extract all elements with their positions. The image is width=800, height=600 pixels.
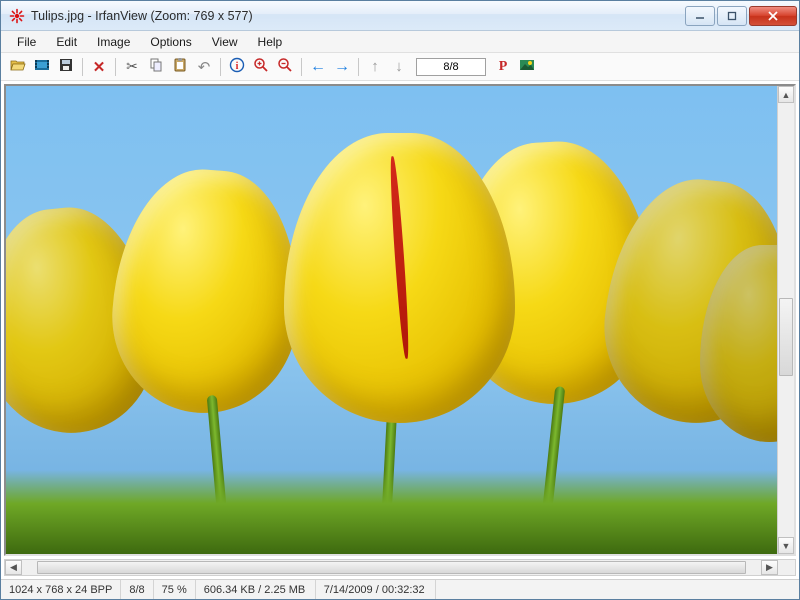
toolbar-separator bbox=[220, 58, 221, 76]
next-image-button[interactable]: → bbox=[331, 56, 353, 78]
cut-button[interactable]: ✂ bbox=[121, 56, 143, 78]
image-content bbox=[284, 133, 515, 423]
menu-help[interactable]: Help bbox=[248, 33, 293, 51]
scroll-right-button[interactable]: ▶ bbox=[761, 560, 778, 575]
toolbar-separator bbox=[82, 58, 83, 76]
minimize-button[interactable] bbox=[685, 6, 715, 26]
delete-button[interactable]: ✕ bbox=[88, 56, 110, 78]
scroll-left-button[interactable]: ◀ bbox=[5, 560, 22, 575]
status-bar: 1024 x 768 x 24 BPP 8/8 75 % 606.34 KB /… bbox=[1, 579, 799, 599]
arrow-left-icon: ← bbox=[310, 58, 326, 76]
undo-icon: ↶ bbox=[198, 58, 211, 76]
window-controls bbox=[683, 6, 797, 26]
save-button[interactable] bbox=[55, 56, 77, 78]
plugin-p-icon: P bbox=[499, 59, 508, 75]
scroll-down-button[interactable]: ▼ bbox=[778, 537, 794, 554]
image-content bbox=[6, 470, 777, 554]
slideshow-button[interactable] bbox=[516, 56, 538, 78]
zoom-in-icon bbox=[253, 57, 269, 76]
floppy-icon bbox=[58, 57, 74, 76]
svg-text:i: i bbox=[236, 61, 239, 72]
toolbar-separator bbox=[358, 58, 359, 76]
scroll-up-button[interactable]: ▲ bbox=[778, 86, 794, 103]
copy-icon bbox=[148, 57, 164, 76]
scroll-track[interactable] bbox=[22, 560, 761, 575]
toolbar-separator bbox=[115, 58, 116, 76]
info-icon: i bbox=[229, 57, 245, 76]
status-filesize: 606.34 KB / 2.25 MB bbox=[196, 580, 316, 599]
toolbar-separator bbox=[301, 58, 302, 76]
horizontal-scrollbar[interactable]: ◀ ▶ bbox=[4, 559, 796, 576]
menu-edit[interactable]: Edit bbox=[46, 33, 87, 51]
page-counter[interactable]: 8/8 bbox=[416, 58, 486, 76]
window-title: Tulips.jpg - IrfanView (Zoom: 769 x 577) bbox=[31, 9, 683, 23]
app-icon bbox=[9, 8, 25, 24]
menu-image[interactable]: Image bbox=[87, 33, 140, 51]
paste-button[interactable] bbox=[169, 56, 191, 78]
clipboard-icon bbox=[172, 57, 188, 76]
toolbar: ✕ ✂ ↶ i ← → ↑ bbox=[1, 53, 799, 81]
status-dimensions: 1024 x 768 x 24 BPP bbox=[1, 580, 121, 599]
filmstrip-icon bbox=[34, 57, 50, 76]
image-viewport: ▲ ▼ bbox=[4, 84, 796, 556]
menu-options[interactable]: Options bbox=[140, 33, 201, 51]
status-index: 8/8 bbox=[121, 580, 153, 599]
close-button[interactable] bbox=[749, 6, 797, 26]
maximize-button[interactable] bbox=[717, 6, 747, 26]
plugin-button[interactable]: P bbox=[492, 56, 514, 78]
status-zoom: 75 % bbox=[154, 580, 196, 599]
arrow-up-icon: ↑ bbox=[371, 58, 379, 75]
scroll-thumb[interactable] bbox=[37, 561, 746, 574]
title-bar: Tulips.jpg - IrfanView (Zoom: 769 x 577) bbox=[1, 1, 799, 31]
image-canvas[interactable] bbox=[6, 86, 777, 554]
slideshow-icon bbox=[519, 57, 535, 76]
info-button[interactable]: i bbox=[226, 56, 248, 78]
menu-file[interactable]: File bbox=[7, 33, 46, 51]
arrow-down-icon: ↓ bbox=[395, 58, 403, 75]
scissors-icon: ✂ bbox=[126, 58, 138, 75]
delete-x-icon: ✕ bbox=[93, 58, 106, 76]
vertical-scrollbar[interactable]: ▲ ▼ bbox=[777, 86, 794, 554]
menu-bar: File Edit Image Options View Help bbox=[1, 31, 799, 53]
scrollbar-corner bbox=[778, 560, 795, 575]
prev-image-button[interactable]: ← bbox=[307, 56, 329, 78]
scroll-track[interactable] bbox=[778, 103, 794, 537]
image-content bbox=[387, 156, 410, 359]
status-datetime: 7/14/2009 / 00:32:32 bbox=[316, 580, 436, 599]
zoom-out-button[interactable] bbox=[274, 56, 296, 78]
scroll-thumb[interactable] bbox=[779, 298, 793, 376]
menu-view[interactable]: View bbox=[202, 33, 248, 51]
next-page-button[interactable]: ↓ bbox=[388, 56, 410, 78]
thumbnails-button[interactable] bbox=[31, 56, 53, 78]
status-spacer bbox=[436, 580, 799, 599]
undo-button[interactable]: ↶ bbox=[193, 56, 215, 78]
copy-button[interactable] bbox=[145, 56, 167, 78]
arrow-right-icon: → bbox=[334, 58, 350, 76]
zoom-out-icon bbox=[277, 57, 293, 76]
folder-open-icon bbox=[10, 57, 26, 76]
prev-page-button[interactable]: ↑ bbox=[364, 56, 386, 78]
zoom-in-button[interactable] bbox=[250, 56, 272, 78]
open-button[interactable] bbox=[7, 56, 29, 78]
